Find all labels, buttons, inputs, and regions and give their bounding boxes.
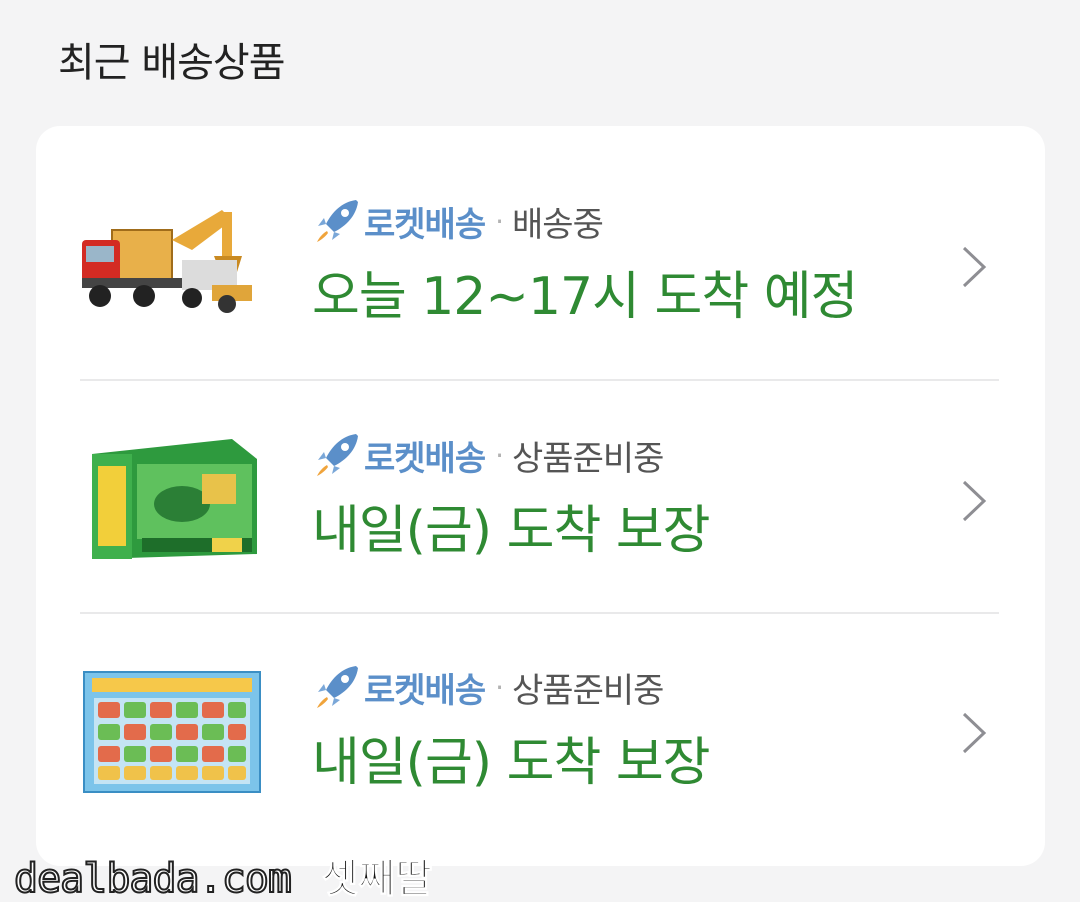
watermark: dealbada.com 셋째딸 — [13, 846, 433, 902]
rocket-delivery-label: 로켓배송 — [364, 204, 486, 245]
divider — [80, 379, 999, 381]
recent-deliveries-page: 최근 배송상품 로켓배송 · 배송중 오늘 12~17시 도착 예정 로켓배송 … — [0, 0, 1080, 902]
separator-dot: · — [495, 438, 505, 472]
rocket-delivery-label: 로켓배송 — [364, 670, 486, 711]
delivery-eta: 내일(금) 도착 보장 — [312, 733, 711, 793]
watermark-site: dealbada.com — [13, 855, 293, 902]
chevron-right-icon[interactable] — [954, 708, 994, 758]
deliveries-card: 로켓배송 · 배송중 오늘 12~17시 도착 예정 로켓배송 · 상품준비중 … — [36, 126, 1045, 866]
rocket-icon — [317, 434, 358, 476]
delivery-item[interactable]: 로켓배송 · 배송중 오늘 12~17시 도착 예정 — [36, 148, 1045, 380]
rocket-icon — [317, 200, 358, 242]
product-thumbnail — [82, 666, 262, 796]
product-thumbnail — [82, 200, 262, 330]
delivery-status-line: 로켓배송 · 배송중 — [312, 196, 604, 246]
delivery-item[interactable]: 로켓배송 · 상품준비중 내일(금) 도착 보장 — [36, 382, 1045, 614]
delivery-eta: 내일(금) 도착 보장 — [312, 501, 711, 561]
separator-dot: · — [495, 204, 505, 238]
delivery-item[interactable]: 로켓배송 · 상품준비중 내일(금) 도착 보장 — [36, 614, 1045, 846]
watermark-nickname: 셋째딸 — [321, 856, 433, 902]
rocket-delivery-label: 로켓배송 — [364, 438, 486, 479]
delivery-status: 배송중 — [512, 204, 604, 245]
section-title: 최근 배송상품 — [58, 40, 286, 86]
chevron-right-icon[interactable] — [954, 242, 994, 292]
delivery-status: 상품준비중 — [512, 438, 664, 479]
separator-dot: · — [495, 670, 505, 704]
delivery-status-line: 로켓배송 · 상품준비중 — [312, 430, 664, 480]
product-thumbnail — [82, 434, 262, 564]
delivery-eta: 오늘 12~17시 도착 예정 — [312, 267, 858, 327]
chevron-right-icon[interactable] — [954, 476, 994, 526]
delivery-status-line: 로켓배송 · 상품준비중 — [312, 662, 664, 712]
delivery-status: 상품준비중 — [512, 670, 664, 711]
rocket-icon — [317, 666, 358, 708]
